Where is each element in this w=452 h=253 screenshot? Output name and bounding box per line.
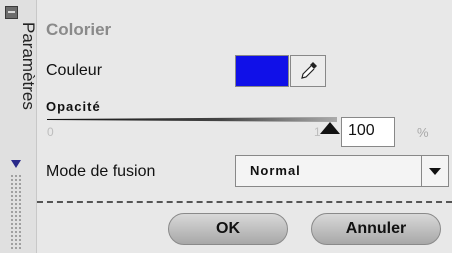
- percent-unit: %: [417, 125, 429, 140]
- blend-mode-label: Mode de fusion: [46, 163, 156, 180]
- expand-arrow-icon[interactable]: [11, 160, 21, 168]
- eyedropper-icon: [301, 62, 317, 79]
- blend-mode-value: Normal: [250, 163, 301, 178]
- opacity-label: Opacité: [46, 99, 101, 114]
- eyedropper-button[interactable]: [290, 55, 326, 87]
- divider: [37, 201, 452, 203]
- colorier-panel: Colorier Couleur Opacité 0 1 100 % Mode …: [37, 0, 452, 253]
- panel-title: Colorier: [46, 20, 112, 39]
- opacity-slider-track[interactable]: [47, 117, 337, 122]
- cancel-button[interactable]: Annuler: [311, 213, 441, 245]
- opacity-min-label: 0: [47, 125, 54, 139]
- opacity-slider-thumb[interactable]: [320, 122, 340, 134]
- opacity-input[interactable]: 100: [341, 117, 395, 147]
- collapse-icon[interactable]: [5, 6, 18, 19]
- tab-parametres[interactable]: Paramètres: [18, 22, 38, 110]
- color-label: Couleur: [46, 62, 103, 79]
- resize-grip[interactable]: [10, 174, 22, 250]
- chevron-down-icon[interactable]: [421, 155, 449, 187]
- side-tab-bar: Paramètres: [0, 0, 38, 253]
- blend-mode-select[interactable]: Normal: [235, 155, 427, 187]
- ok-button[interactable]: OK: [168, 213, 288, 245]
- color-swatch[interactable]: [235, 55, 289, 87]
